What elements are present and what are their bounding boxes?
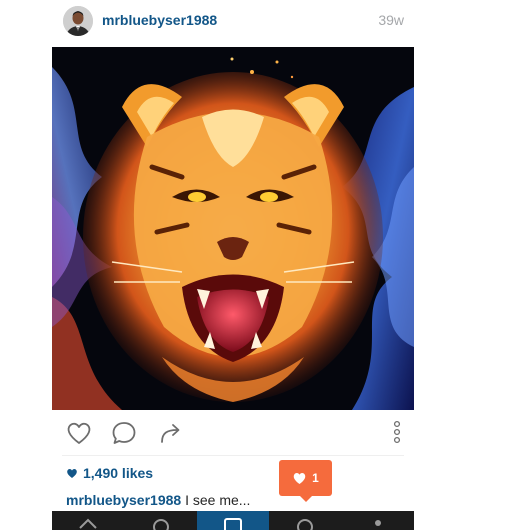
activity-icon <box>297 519 314 530</box>
tiger-in-flames-image <box>52 47 414 410</box>
post-header: mrbluebyser1988 39w <box>52 0 414 42</box>
heart-icon <box>293 472 306 484</box>
tab-profile[interactable] <box>342 511 414 530</box>
share-arrow-icon <box>161 424 180 443</box>
vertical-ellipsis-icon <box>393 420 401 444</box>
instagram-post-screen: mrbluebyser1988 39w 1,490 likes mrblueby… <box>0 0 530 530</box>
search-icon <box>152 519 169 530</box>
caption-text: I see me... <box>181 492 251 508</box>
author-username[interactable]: mrbluebyser1988 <box>102 12 217 28</box>
caption-username[interactable]: mrbluebyser1988 <box>66 492 181 508</box>
bottom-tab-bar <box>52 511 414 530</box>
likes-count[interactable]: 1,490 likes <box>66 465 153 481</box>
avatar[interactable] <box>63 6 93 36</box>
heart-outline-icon <box>67 422 91 444</box>
comment-bubble-icon <box>112 422 136 444</box>
tab-camera[interactable] <box>196 511 270 530</box>
activity-notification-badge[interactable]: 1 <box>279 460 332 502</box>
more-options-button[interactable] <box>382 418 412 448</box>
notification-count: 1 <box>312 471 319 485</box>
avatar-photo <box>63 6 93 36</box>
tab-activity[interactable] <box>269 511 341 530</box>
likes-label: 1,490 likes <box>83 465 154 481</box>
actions-divider <box>62 455 404 456</box>
camera-icon <box>224 518 243 530</box>
heart-icon <box>67 469 77 478</box>
post-actions <box>52 412 414 454</box>
tab-home[interactable] <box>52 511 124 530</box>
post-caption: mrbluebyser1988 I see me... <box>66 492 250 508</box>
share-button[interactable] <box>156 418 186 448</box>
profile-icon <box>374 520 381 526</box>
comment-button[interactable] <box>109 418 139 448</box>
tab-search[interactable] <box>124 511 196 530</box>
like-button[interactable] <box>64 418 94 448</box>
post-photo[interactable] <box>52 47 414 410</box>
home-icon <box>79 518 97 529</box>
post-timestamp: 39w <box>378 12 404 28</box>
